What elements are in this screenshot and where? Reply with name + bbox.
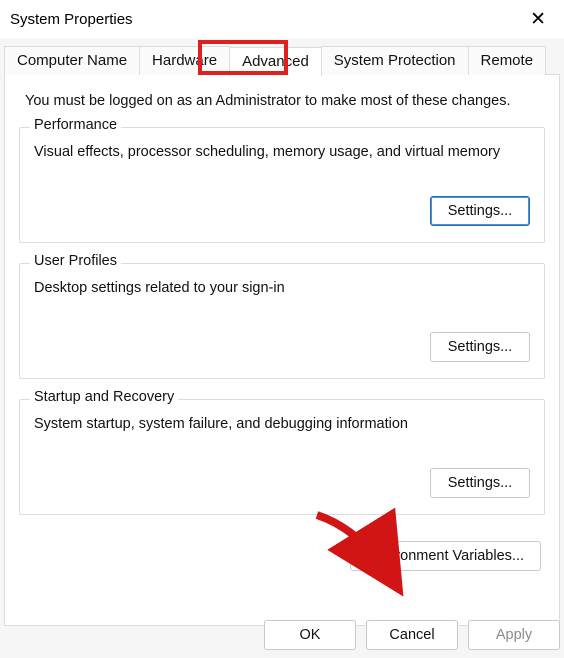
group-performance-legend: Performance [30,117,121,133]
tab-computer-name[interactable]: Computer Name [4,46,140,75]
tab-remote[interactable]: Remote [468,46,547,75]
group-startup-legend: Startup and Recovery [30,389,178,405]
group-performance: Performance Visual effects, processor sc… [19,127,545,243]
tab-strip: Computer Name Hardware Advanced System P… [4,46,560,75]
user-profiles-settings-button[interactable]: Settings... [430,332,530,362]
tab-content-advanced: You must be logged on as an Administrato… [4,74,560,626]
group-startup-recovery: Startup and Recovery System startup, sys… [19,399,545,515]
group-user-profiles-legend: User Profiles [30,253,121,269]
startup-settings-button[interactable]: Settings... [430,468,530,498]
group-user-profiles: User Profiles Desktop settings related t… [19,263,545,379]
performance-settings-button[interactable]: Settings... [430,196,530,226]
body-panel: Computer Name Hardware Advanced System P… [0,38,564,658]
close-icon[interactable]: ✕ [524,6,552,33]
dialog-buttons: OK Cancel Apply [264,620,560,650]
tab-advanced[interactable]: Advanced [229,47,322,76]
titlebar: System Properties ✕ [0,0,564,38]
cancel-button[interactable]: Cancel [366,620,458,650]
group-startup-desc: System startup, system failure, and debu… [34,416,530,432]
tab-system-protection[interactable]: System Protection [321,46,469,75]
apply-button[interactable]: Apply [468,620,560,650]
window-title: System Properties [10,11,133,28]
admin-intro-text: You must be logged on as an Administrato… [25,93,539,109]
ok-button[interactable]: OK [264,620,356,650]
tab-hardware[interactable]: Hardware [139,46,230,75]
group-user-profiles-desc: Desktop settings related to your sign-in [34,280,530,296]
environment-variables-button[interactable]: Environment Variables... [350,541,541,571]
group-performance-desc: Visual effects, processor scheduling, me… [34,144,530,160]
